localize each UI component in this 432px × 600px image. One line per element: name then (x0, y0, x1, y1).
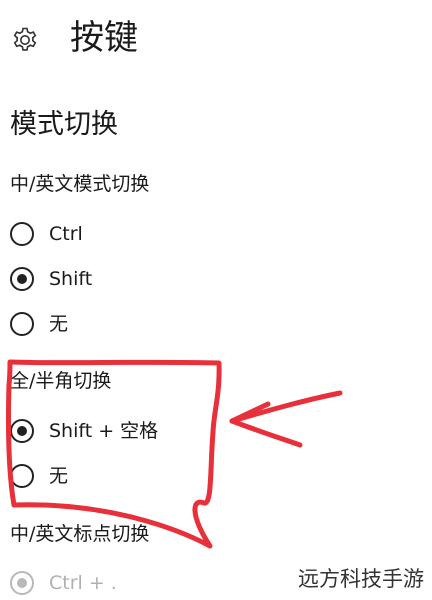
annotation-arrow-head (229, 401, 271, 424)
radio-button[interactable] (10, 464, 34, 488)
radio-option-none[interactable]: 无 (10, 307, 68, 341)
gear-icon[interactable] (10, 25, 40, 55)
radio-option-shift[interactable]: Shift (10, 262, 92, 296)
radio-button[interactable] (10, 267, 34, 291)
group-label-mode-switch: 中/英文模式切换 (10, 173, 150, 195)
watermark-text: 远方科技手游 (296, 564, 426, 594)
radio-button[interactable] (10, 419, 34, 443)
radio-label: Ctrl + . (49, 572, 117, 594)
group-label-punctuation-switch: 中/英文标点切换 (10, 523, 150, 545)
radio-label: Shift + 空格 (49, 420, 159, 442)
red-annotation (6, 359, 343, 549)
radio-button[interactable] (10, 312, 34, 336)
radio-option-none[interactable]: 无 (10, 459, 68, 493)
annotation-arrow-shaft (229, 390, 343, 448)
radio-button[interactable] (10, 222, 34, 246)
radio-button[interactable] (10, 571, 34, 595)
page-title: 按键 (70, 18, 138, 58)
radio-option-shift-space[interactable]: Shift + 空格 (10, 414, 158, 448)
radio-option-ctrl-period[interactable]: Ctrl + . (10, 566, 117, 600)
group-label-full-half-width: 全/半角切换 (10, 370, 112, 392)
radio-label: Ctrl (49, 223, 83, 245)
radio-label: 无 (49, 313, 69, 335)
radio-option-ctrl[interactable]: Ctrl (10, 217, 83, 251)
section-title: 模式切换 (10, 109, 118, 140)
radio-label: 无 (49, 465, 69, 487)
radio-label: Shift (49, 268, 93, 290)
